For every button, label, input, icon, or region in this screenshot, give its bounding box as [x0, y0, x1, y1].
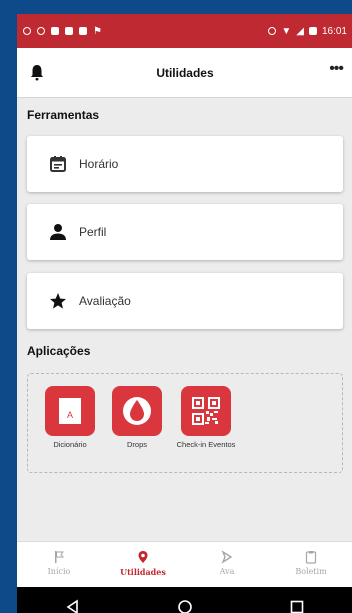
- app-header: Utilidades •••: [17, 48, 352, 98]
- horario-card[interactable]: Horário: [27, 136, 343, 192]
- ferramentas-heading: Ferramentas: [27, 108, 100, 122]
- tab-utilidades[interactable]: Utilidades: [101, 542, 185, 587]
- perfil-card[interactable]: Perfil: [27, 204, 343, 260]
- alarm-icon: [268, 27, 277, 35]
- arrow-icon: [221, 550, 233, 564]
- app-checkin-label: Check-in Eventos: [176, 440, 236, 449]
- wifi-icon: ▼: [281, 25, 292, 37]
- avaliacao-card[interactable]: Avaliação: [27, 273, 343, 329]
- dictionary-icon: A: [45, 386, 95, 436]
- star-icon: [50, 293, 66, 309]
- bottom-tab-bar: Início Utilidades Ava Boletim: [17, 541, 352, 587]
- pin-notification-icon: ⚑: [93, 25, 102, 37]
- app-drops[interactable]: Drops: [107, 386, 167, 450]
- drop-icon: [112, 386, 162, 436]
- aplicacoes-heading: Aplicações: [27, 344, 91, 358]
- back-icon[interactable]: [65, 599, 81, 613]
- android-nav-bar: [17, 587, 352, 613]
- bell-icon[interactable]: [29, 64, 45, 82]
- apps-container: A Dicionário Drops Check-in Eventos: [27, 373, 343, 473]
- recent-apps-icon[interactable]: [289, 599, 305, 613]
- location-pin-icon: [138, 551, 148, 563]
- horario-label: Horário: [79, 157, 119, 171]
- tab-ava-label: Ava: [219, 567, 235, 576]
- page-title: Utilidades: [156, 65, 214, 80]
- person-icon: [50, 224, 66, 240]
- app-dicionario-label: Dicionário: [53, 440, 87, 449]
- tab-boletim-label: Boletim: [295, 567, 327, 576]
- app-drops-label: Drops: [126, 440, 147, 449]
- avaliacao-label: Avaliação: [79, 294, 131, 308]
- tab-inicio-label: Início: [47, 567, 71, 576]
- more-options-icon[interactable]: •••: [329, 60, 344, 78]
- app-dicionario[interactable]: A Dicionário: [40, 386, 100, 450]
- svg-text:A: A: [67, 410, 73, 420]
- app-notification-icon: [79, 27, 87, 35]
- message-icon: [51, 27, 59, 35]
- status-time: 16:01: [321, 25, 347, 37]
- battery-icon: [308, 27, 317, 35]
- qr-code-icon: [181, 386, 231, 436]
- tab-inicio[interactable]: Início: [17, 542, 101, 587]
- perfil-label: Perfil: [79, 225, 107, 239]
- status-bar: ⚑ ▼ ◢ 16:01: [17, 14, 352, 48]
- tab-boletim[interactable]: Boletim: [269, 542, 352, 587]
- phone-screen: ⚑ ▼ ◢ 16:01 Utilidades ••• Ferramentas H…: [17, 14, 352, 613]
- notification-icon: [23, 27, 31, 35]
- whatsapp-icon: [37, 27, 45, 35]
- clipboard-icon: [305, 551, 317, 564]
- message-icon: [65, 27, 73, 35]
- signal-icon: ◢: [296, 25, 304, 37]
- calendar-icon: [50, 156, 66, 172]
- tab-ava[interactable]: Ava: [185, 542, 269, 587]
- flag-icon: [55, 551, 65, 563]
- tab-utilidades-label: Utilidades: [120, 567, 166, 577]
- home-icon[interactable]: [177, 599, 193, 613]
- app-checkin-eventos[interactable]: Check-in Eventos: [176, 386, 236, 450]
